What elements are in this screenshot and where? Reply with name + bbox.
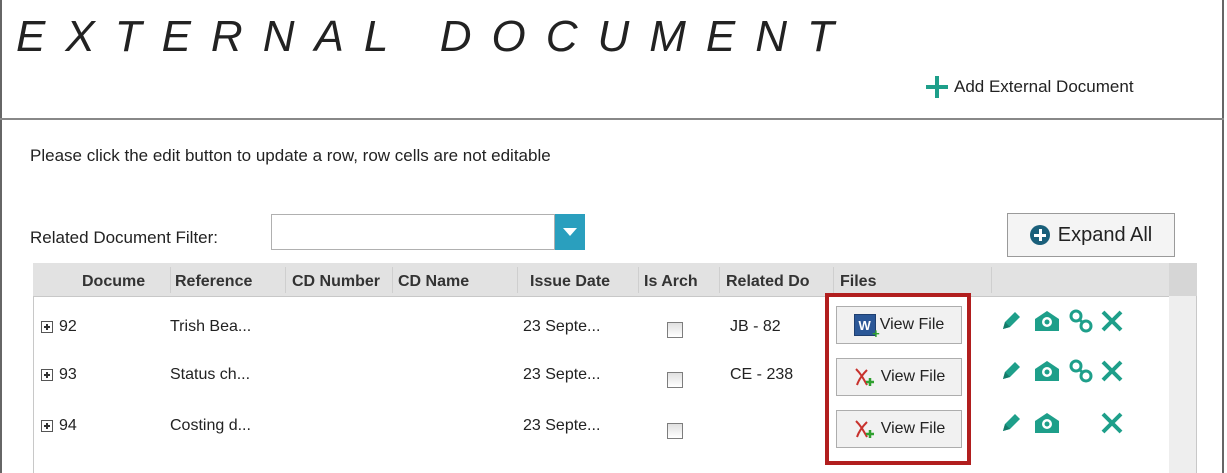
issue-date-cell: 23 Septe... — [523, 366, 601, 383]
add-external-document-link[interactable]: Add External Document — [926, 76, 1134, 98]
plus-circle-icon — [1029, 225, 1050, 245]
column-header-related-document[interactable]: Related Do — [726, 273, 830, 291]
view-file-label: View File — [879, 316, 945, 333]
open-envelope-icon[interactable] — [1032, 410, 1062, 441]
reference-cell: Costing d... — [170, 417, 251, 434]
grid-header: Docume Reference CD Number CD Name Issue… — [33, 263, 1197, 297]
view-file-label: View File — [880, 420, 946, 437]
view-file-button[interactable]: View File — [836, 358, 962, 396]
instruction-text: Please click the edit button to update a… — [30, 146, 551, 165]
pdf-document-icon — [853, 366, 877, 388]
column-header-files[interactable]: Files — [840, 273, 950, 291]
expand-all-label: Expand All — [1057, 223, 1153, 246]
pdf-document-icon — [853, 418, 877, 440]
expand-row-icon[interactable] — [41, 420, 53, 432]
column-header-issue-date[interactable]: Issue Date — [530, 273, 635, 291]
related-document-filter-label: Related Document Filter: — [30, 228, 219, 247]
issue-date-cell: 23 Septe... — [523, 417, 601, 434]
view-file-button[interactable]: W View File — [836, 306, 962, 344]
open-envelope-icon[interactable] — [1032, 308, 1062, 339]
column-divider — [392, 267, 393, 293]
frame-left-border — [0, 0, 2, 473]
page-title: EXTERNAL DOCUMENT — [16, 12, 854, 61]
column-header-cd-number[interactable]: CD Number — [292, 273, 392, 291]
link-chain-icon[interactable] — [1068, 308, 1094, 339]
column-divider — [991, 267, 992, 293]
delete-x-icon[interactable] — [1100, 410, 1124, 441]
column-header-is-archived[interactable]: Is Arch — [644, 273, 718, 291]
document-number: 93 — [59, 366, 77, 383]
related-document-filter-dropdown-button[interactable] — [555, 214, 585, 250]
table-row: 94 Costing d... 23 Septe... View File — [34, 406, 1169, 450]
edit-pencil-icon[interactable] — [998, 358, 1024, 389]
document-number: 92 — [59, 318, 77, 335]
document-number: 94 — [59, 417, 77, 434]
word-document-icon: W — [853, 314, 880, 341]
related-document-filter-input[interactable] — [271, 214, 555, 250]
column-divider — [833, 267, 834, 293]
grid-right-border — [1196, 296, 1197, 473]
header-divider — [0, 118, 1224, 120]
table-row: 92 Trish Bea... 23 Septe... JB - 82 W Vi… — [34, 300, 1169, 344]
is-archived-checkbox[interactable] — [667, 423, 683, 439]
delete-x-icon[interactable] — [1100, 358, 1124, 389]
column-header-reference[interactable]: Reference — [175, 273, 279, 291]
grid-scrollbar[interactable] — [1169, 296, 1196, 473]
column-divider — [170, 267, 171, 293]
is-archived-checkbox[interactable] — [667, 322, 683, 338]
open-envelope-icon[interactable] — [1032, 358, 1062, 389]
column-divider — [517, 267, 518, 293]
edit-pencil-icon[interactable] — [998, 410, 1024, 441]
column-divider — [285, 267, 286, 293]
reference-cell: Trish Bea... — [170, 318, 252, 335]
related-document-cell: CE - 238 — [730, 366, 794, 383]
is-archived-checkbox[interactable] — [667, 372, 683, 388]
view-file-button[interactable]: View File — [836, 410, 962, 448]
reference-cell: Status ch... — [170, 366, 251, 383]
column-divider — [719, 267, 720, 293]
expand-row-icon[interactable] — [41, 369, 53, 381]
expand-row-icon[interactable] — [41, 321, 53, 333]
add-external-document-label: Add External Document — [954, 77, 1134, 96]
chevron-down-icon — [563, 228, 577, 236]
column-header-document[interactable]: Docume — [82, 273, 164, 291]
frame-right-border — [1222, 0, 1224, 473]
link-chain-icon[interactable] — [1068, 358, 1094, 389]
expand-all-button[interactable]: Expand All — [1007, 213, 1175, 257]
plus-icon — [926, 76, 948, 98]
edit-pencil-icon[interactable] — [998, 308, 1024, 339]
issue-date-cell: 23 Septe... — [523, 318, 601, 335]
view-file-label: View File — [880, 368, 946, 385]
column-divider — [638, 267, 639, 293]
grid-header-scroll-spacer — [1169, 263, 1197, 296]
column-header-cd-name[interactable]: CD Name — [398, 273, 514, 291]
delete-x-icon[interactable] — [1100, 308, 1124, 339]
related-document-cell: JB - 82 — [730, 318, 781, 335]
table-row: 93 Status ch... 23 Septe... CE - 238 Vie… — [34, 354, 1169, 398]
